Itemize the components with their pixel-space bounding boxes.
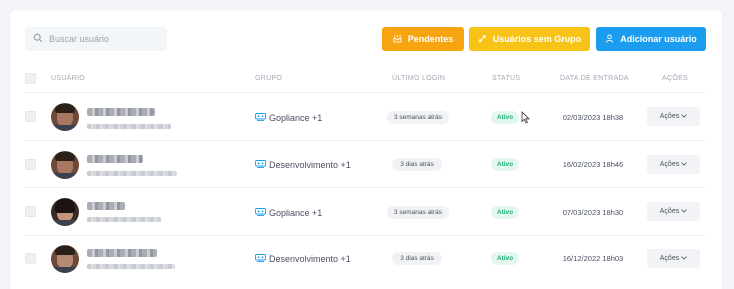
chevron-down-icon <box>681 208 688 215</box>
user-name-redacted <box>87 202 125 210</box>
row-checkbox[interactable] <box>25 206 36 217</box>
data-entrada: 02/03/2023 18h38 <box>562 113 624 122</box>
grupo-label: Desenvolvimento +1 <box>269 160 351 170</box>
chevron-down-icon <box>681 255 688 262</box>
avatar <box>51 151 79 179</box>
table-row[interactable]: Desenvolvimento +1 3 dias atrás Ativo 16… <box>0 236 734 283</box>
group-icon <box>255 207 266 219</box>
acoes-dropdown[interactable]: Ações <box>647 249 700 268</box>
data-entrada: 16/12/2022 18h03 <box>562 254 624 263</box>
pendentes-label: Pendentes <box>407 34 454 44</box>
grupo-label: Gopliance +1 <box>269 113 323 123</box>
grupo-cell[interactable]: Desenvolvimento +1 <box>255 159 351 171</box>
table-row[interactable]: Gopliance +1 3 semanas atrás Ativo 02/03… <box>0 93 734 140</box>
row-checkbox[interactable] <box>25 159 36 170</box>
header-acoes: AÇÕES <box>662 75 689 82</box>
status-badge: Ativo <box>491 206 519 219</box>
status-badge: Ativo <box>491 158 519 171</box>
select-all-checkbox[interactable] <box>25 73 36 84</box>
adicionar-usuario-button[interactable]: Adicionar usuário <box>596 27 706 51</box>
acoes-label: Ações <box>659 208 680 215</box>
sem-grupo-label: Usuários sem Grupo <box>492 34 582 44</box>
user-name-redacted <box>87 249 157 257</box>
user-email-redacted <box>87 264 175 269</box>
search-icon <box>33 30 43 48</box>
acoes-label: Ações <box>659 255 680 262</box>
acoes-dropdown[interactable]: Ações <box>647 202 700 221</box>
status-badge: Ativo <box>491 252 519 265</box>
adicionar-label: Adicionar usuário <box>620 34 697 44</box>
mouse-cursor-icon <box>521 111 530 124</box>
row-checkbox[interactable] <box>25 253 36 264</box>
user-email-redacted <box>87 124 171 129</box>
search-input[interactable] <box>49 34 159 44</box>
group-icon <box>255 112 266 124</box>
header-grupo[interactable]: GRUPO <box>255 75 282 82</box>
table-row[interactable]: Gopliance +1 3 semanas atrás Ativo 07/03… <box>0 188 734 235</box>
data-entrada: 07/03/2023 18h30 <box>562 208 624 217</box>
pendentes-button[interactable]: Pendentes <box>382 27 464 51</box>
ultimo-login-badge: 3 semanas atrás <box>387 206 449 219</box>
grupo-label: Desenvolvimento +1 <box>269 254 351 264</box>
table-row[interactable]: Desenvolvimento +1 3 dias atrás Ativo 16… <box>0 141 734 188</box>
row-checkbox[interactable] <box>25 111 36 122</box>
chevron-down-icon <box>681 113 688 120</box>
avatar <box>51 103 79 131</box>
header-usuario[interactable]: USUÁRIO <box>51 75 85 82</box>
header-ultimo-login[interactable]: ÚLTIMO LOGIN <box>392 75 445 82</box>
status-badge: Ativo <box>491 111 519 124</box>
grupo-label: Gopliance +1 <box>269 208 323 218</box>
header-status[interactable]: STATUS <box>492 75 520 82</box>
user-email-redacted <box>87 171 177 176</box>
ultimo-login-badge: 3 dias atrás <box>392 252 442 265</box>
avatar <box>51 198 79 226</box>
user-name-redacted <box>87 108 155 116</box>
acoes-label: Ações <box>659 161 680 168</box>
grupo-cell[interactable]: Gopliance +1 <box>255 112 322 124</box>
group-icon <box>255 253 266 265</box>
search-box[interactable] <box>25 27 167 51</box>
user-name-redacted <box>87 155 143 163</box>
user-icon <box>605 34 614 45</box>
ultimo-login-badge: 3 dias atrás <box>392 158 442 171</box>
link-icon <box>478 34 487 45</box>
chevron-down-icon <box>681 161 688 168</box>
grupo-cell[interactable]: Desenvolvimento +1 <box>255 253 351 265</box>
inbox-icon <box>393 34 402 45</box>
user-email-redacted <box>87 217 161 222</box>
avatar <box>51 245 79 273</box>
ultimo-login-badge: 3 semanas atrás <box>387 111 449 124</box>
acoes-label: Ações <box>659 113 680 120</box>
group-icon <box>255 159 266 171</box>
header-data-entrada[interactable]: DATA DE ENTRADA <box>560 75 629 82</box>
usuarios-sem-grupo-button[interactable]: Usuários sem Grupo <box>469 27 590 51</box>
acoes-dropdown[interactable]: Ações <box>647 155 700 174</box>
data-entrada: 16/02/2023 18h46 <box>562 160 624 169</box>
acoes-dropdown[interactable]: Ações <box>647 107 700 126</box>
grupo-cell[interactable]: Gopliance +1 <box>255 207 322 219</box>
